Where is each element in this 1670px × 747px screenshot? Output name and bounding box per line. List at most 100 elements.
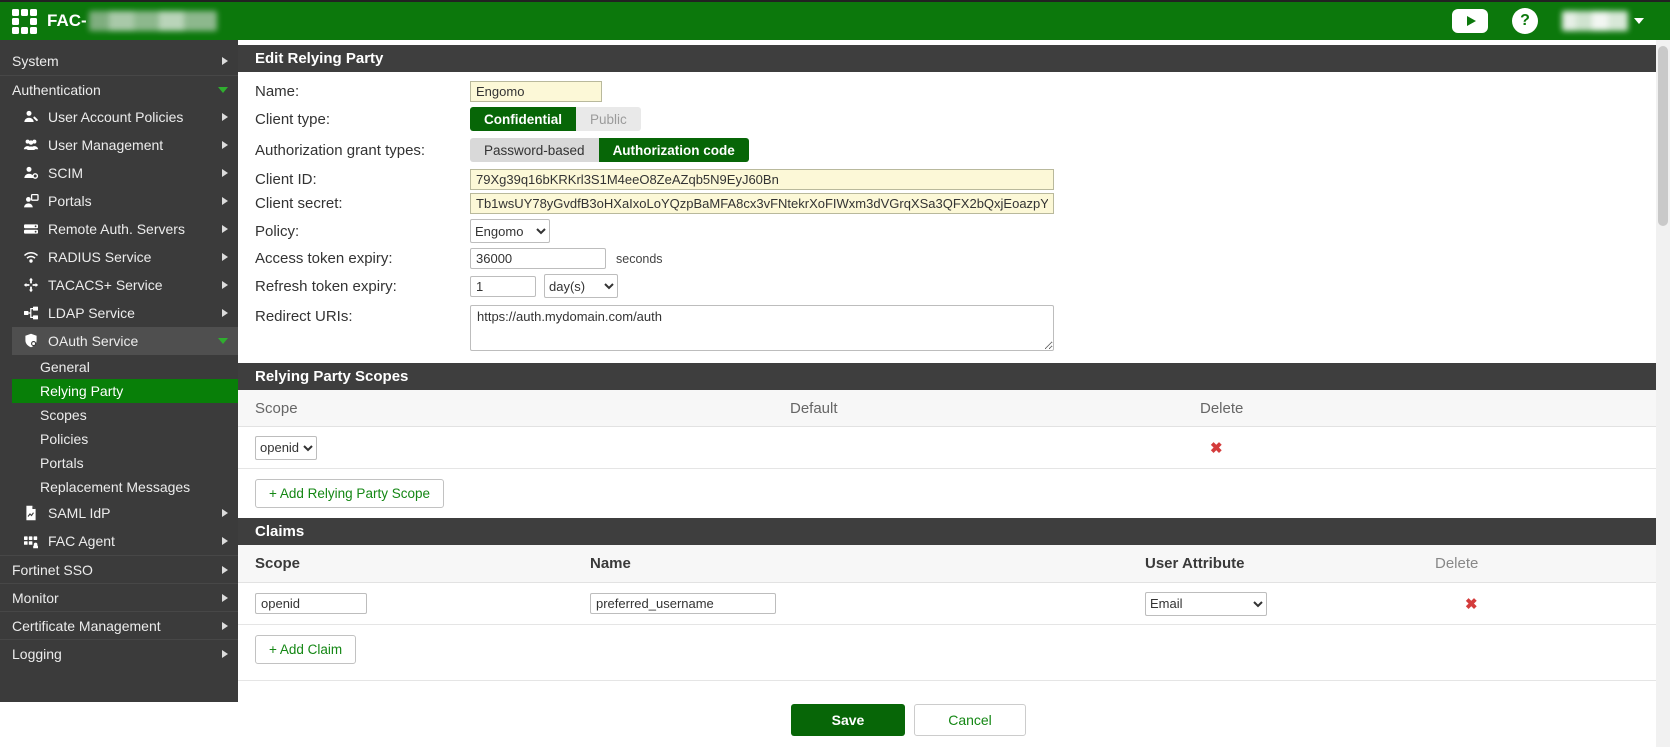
sidebar-item-radius-service[interactable]: RADIUS Service: [0, 243, 238, 271]
access-token-expiry-input[interactable]: [470, 248, 606, 269]
redirect-uris-label: Redirect URIs:: [255, 305, 470, 325]
add-relying-party-scope-button[interactable]: + Add Relying Party Scope: [255, 479, 444, 508]
expand-arrow-icon: [222, 650, 228, 658]
sidebar-nav: System Authentication User Account Polic…: [0, 40, 238, 702]
name-input[interactable]: [470, 81, 602, 102]
claims-col-scope: Scope: [255, 555, 590, 572]
sidebar-item-user-management[interactable]: User Management: [0, 131, 238, 159]
expand-arrow-icon: [222, 253, 228, 261]
fac-agent-icon: [22, 532, 40, 550]
client-id-input[interactable]: [470, 169, 1054, 190]
expand-arrow-icon: [222, 225, 228, 233]
user-management-icon: [22, 136, 40, 154]
radius-service-icon: [22, 248, 40, 266]
sidebar-item-tacacs-service[interactable]: TACACS+ Service: [0, 271, 238, 299]
refresh-token-expiry-input[interactable]: [470, 276, 536, 297]
add-claim-button[interactable]: + Add Claim: [255, 635, 356, 664]
scope-select[interactable]: openid: [255, 436, 317, 460]
sidebar-item-authentication[interactable]: Authentication: [0, 75, 238, 103]
fortinet-logo: [12, 9, 37, 34]
expand-arrow-icon: [222, 537, 228, 545]
user-account-policies-icon: [22, 108, 40, 126]
main-content: Edit Relying Party Name: Client type: Co…: [238, 40, 1656, 736]
product-name: FAC-: [47, 11, 87, 31]
sidebar-item-oauth-scopes[interactable]: Scopes: [12, 403, 238, 427]
claim-table-row: Email ✖: [238, 583, 1656, 625]
scopes-col-default: Default: [790, 400, 1200, 417]
expand-arrow-icon: [222, 622, 228, 630]
saml-idp-icon: [22, 504, 40, 522]
client-type-public-button[interactable]: Public: [576, 107, 641, 131]
sidebar-item-oauth-service[interactable]: OAuth Service: [12, 327, 238, 355]
expand-arrow-icon: [222, 509, 228, 517]
claims-col-name: Name: [590, 555, 1145, 572]
refresh-token-unit-select[interactable]: day(s): [544, 274, 618, 298]
form-actions: Save Cancel: [791, 704, 1656, 736]
grant-authorization-code-button[interactable]: Authorization code: [599, 138, 749, 162]
sidebar-item-certificate-management[interactable]: Certificate Management: [0, 611, 238, 639]
collapse-arrow-icon: [218, 87, 228, 93]
sidebar-item-oauth-general[interactable]: General: [12, 355, 238, 379]
sidebar-item-fac-agent[interactable]: FAC Agent: [0, 527, 238, 555]
ldap-service-icon: [22, 304, 40, 322]
youtube-icon[interactable]: [1452, 9, 1488, 33]
claim-scope-input[interactable]: [255, 593, 367, 614]
cancel-button[interactable]: Cancel: [914, 704, 1026, 736]
delete-icon[interactable]: ✖: [1435, 595, 1465, 613]
claim-user-attribute-select[interactable]: Email: [1145, 592, 1267, 616]
seconds-suffix: seconds: [616, 252, 663, 266]
sidebar-item-scim[interactable]: SCIM: [0, 159, 238, 187]
expand-arrow-icon: [222, 113, 228, 121]
sidebar-item-remote-auth-servers[interactable]: Remote Auth. Servers: [0, 215, 238, 243]
sidebar-item-oauth-portals[interactable]: Portals: [12, 451, 238, 475]
claim-name-input[interactable]: [590, 593, 776, 614]
delete-icon[interactable]: ✖: [1200, 439, 1220, 457]
sidebar-item-logging[interactable]: Logging: [0, 639, 238, 667]
scope-table-row: openid ✖: [238, 427, 1656, 469]
expand-arrow-icon: [222, 309, 228, 317]
sidebar-item-ldap-service[interactable]: LDAP Service: [0, 299, 238, 327]
sidebar-item-system[interactable]: System: [0, 47, 238, 75]
sidebar-item-portals-auth[interactable]: Portals: [0, 187, 238, 215]
help-icon[interactable]: ?: [1512, 8, 1538, 34]
redirect-uris-textarea[interactable]: https://auth.mydomain.com/auth: [470, 305, 1054, 351]
sidebar-item-oauth-replacement-messages[interactable]: Replacement Messages: [12, 475, 238, 499]
scim-icon: [22, 164, 40, 182]
expand-arrow-icon: [222, 57, 228, 65]
expand-arrow-icon: [222, 594, 228, 602]
grant-types-segmented: Password-based Authorization code: [470, 138, 749, 162]
claims-section-title: Claims: [238, 518, 1656, 545]
actions-divider: [238, 680, 1656, 681]
remote-auth-servers-icon: [22, 220, 40, 238]
access-token-expiry-label: Access token expiry:: [255, 250, 470, 267]
user-menu-caret-icon: [1634, 18, 1644, 24]
policy-select[interactable]: Engomo: [470, 219, 550, 243]
top-navbar: FAC- ?: [0, 0, 1670, 40]
claims-col-delete: Delete: [1435, 555, 1639, 572]
save-button[interactable]: Save: [791, 704, 905, 736]
tacacs-service-icon: [22, 276, 40, 294]
portals-icon: [22, 192, 40, 210]
client-type-segmented: Confidential Public: [470, 107, 641, 131]
expand-arrow-icon: [222, 281, 228, 289]
user-menu[interactable]: [1562, 11, 1644, 31]
policy-label: Policy:: [255, 223, 470, 240]
redacted-hostname: [89, 11, 217, 31]
vertical-scrollbar-thumb[interactable]: [1658, 46, 1668, 226]
client-secret-input[interactable]: [470, 193, 1054, 214]
sidebar-item-fortinet-sso[interactable]: Fortinet SSO: [0, 555, 238, 583]
sidebar-item-oauth-relying-party[interactable]: Relying Party: [12, 379, 238, 403]
sidebar-item-monitor[interactable]: Monitor: [0, 583, 238, 611]
client-type-confidential-button[interactable]: Confidential: [470, 107, 576, 131]
scopes-table-header: Scope Default Delete: [238, 390, 1656, 427]
page-title: Edit Relying Party: [238, 45, 1656, 72]
expand-arrow-icon: [222, 169, 228, 177]
expand-arrow-icon: [222, 141, 228, 149]
grant-password-based-button[interactable]: Password-based: [470, 138, 599, 162]
scopes-col-delete: Delete: [1200, 400, 1639, 417]
scopes-section-title: Relying Party Scopes: [238, 363, 1656, 390]
sidebar-item-user-account-policies[interactable]: User Account Policies: [0, 103, 238, 131]
expand-arrow-icon: [222, 197, 228, 205]
sidebar-item-oauth-policies[interactable]: Policies: [12, 427, 238, 451]
sidebar-item-saml-idp[interactable]: SAML IdP: [0, 499, 238, 527]
